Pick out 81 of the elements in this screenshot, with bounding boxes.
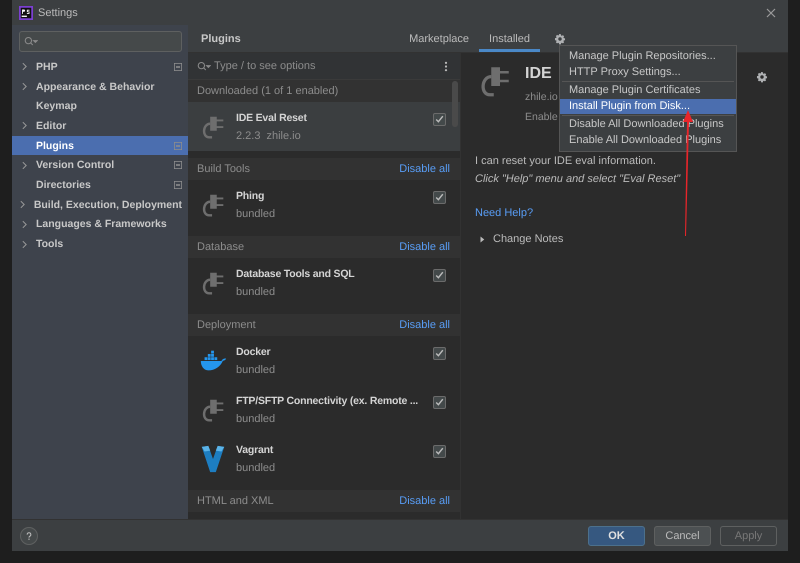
chevron-icon: [20, 200, 26, 210]
chevron-icon: [22, 121, 26, 130]
plugin-title: IDE: [525, 65, 553, 83]
search-input[interactable]: Type / to see options: [214, 58, 441, 74]
sidebar-item[interactable]: Version Control: [12, 155, 188, 176]
chevron-icon: [22, 82, 26, 92]
plugin-vendor: bundled: [236, 208, 276, 220]
question-icon: [24, 530, 34, 540]
plugin-vendor: bundled: [236, 364, 276, 376]
plugin-name: Docker: [236, 346, 272, 358]
group-title: Database: [197, 241, 244, 253]
page-title: Plugins: [201, 32, 241, 44]
more-icon[interactable]: [444, 60, 448, 72]
menu-item[interactable]: Install Plugin from Disk...: [560, 98, 736, 114]
group-title: HTML and XML: [197, 495, 274, 507]
settings-icon[interactable]: [554, 32, 566, 44]
plugin-row[interactable]: IDE Eval Reset 2.2.3 zhile.io: [188, 102, 460, 151]
tab[interactable]: Marketplace: [399, 25, 480, 52]
search-icon: [197, 60, 211, 72]
chevron-icon: [22, 62, 26, 72]
sidebar-item[interactable]: Directories: [12, 175, 188, 195]
plugin-row[interactable]: Database Tools and SQL bundled: [188, 258, 460, 307]
scrollbar[interactable]: [452, 81, 458, 127]
disable-all-link[interactable]: Disable all: [399, 163, 450, 175]
disable-all-link[interactable]: Disable all: [399, 495, 450, 507]
sidebar-item[interactable]: Languages & Frameworks: [12, 214, 188, 234]
chevron-icon: [22, 220, 26, 229]
disable-all-link[interactable]: Disable all: [399, 241, 450, 253]
description-text: I can reset your IDE eval information.: [475, 155, 656, 167]
hint-text: Click "Help" menu and select "Eval Reset": [475, 173, 680, 185]
sidebar-item[interactable]: Build, Execution, Deployment: [12, 194, 188, 214]
sidebar-item[interactable]: Plugins: [12, 136, 188, 156]
search-field[interactable]: [19, 31, 182, 52]
plugin-version: 2.2.3: [236, 130, 260, 142]
plugin-vendor: zhile.io: [266, 130, 301, 142]
plugin-vendor: bundled: [236, 286, 276, 298]
plugin-name: IDE Eval Reset: [236, 112, 308, 124]
plugin-vendor: bundled: [236, 412, 276, 424]
plugin-name: Phing: [236, 190, 266, 202]
settings-icon: [756, 71, 768, 83]
plugin-row[interactable]: FTP/SFTP Connectivity (ex. Remote ... bundled: [188, 385, 460, 434]
plugin-row[interactable]: Docker bundled: [188, 336, 460, 385]
cancel-button[interactable]: Cancel: [654, 526, 711, 546]
close-icon[interactable]: [766, 8, 776, 18]
plugin-vendor: zhile.io: [525, 91, 558, 103]
group-title: Build Tools: [197, 163, 250, 175]
plugin-row[interactable]: Phing bundled: [188, 180, 460, 229]
sidebar-item[interactable]: Keymap: [12, 96, 188, 116]
checkbox[interactable]: [433, 113, 446, 126]
disable-all-link[interactable]: Disable all: [399, 319, 450, 331]
checkbox[interactable]: [433, 347, 446, 360]
window-title: Settings: [38, 6, 78, 18]
sidebar-item[interactable]: PHP: [12, 57, 188, 77]
collapsed-icon: [479, 236, 485, 242]
plugin-name: Vagrant: [236, 444, 274, 456]
checkbox[interactable]: [433, 191, 446, 204]
help-button[interactable]: [20, 526, 38, 544]
plugin-vendor: bundled: [236, 462, 276, 474]
checkbox[interactable]: [433, 396, 446, 409]
plugin-name: FTP/SFTP Connectivity (ex. Remote ...: [236, 394, 420, 406]
menu-item[interactable]: Manage Plugin Repositories...: [560, 49, 736, 64]
menu-item[interactable]: HTTP Proxy Settings...: [560, 64, 736, 80]
sidebar-item[interactable]: Appearance & Behavior: [12, 76, 188, 96]
app-logo-icon: [19, 6, 33, 20]
change-notes-toggle[interactable]: Change Notes: [479, 233, 564, 245]
menu-item[interactable]: Manage Plugin Certificates: [560, 83, 736, 98]
checkbox[interactable]: [433, 445, 446, 458]
search-field[interactable]: Type / to see options: [188, 53, 460, 80]
group-title: Deployment: [197, 319, 256, 331]
sidebar-item[interactable]: Editor: [12, 116, 188, 136]
help-link[interactable]: Need Help?: [475, 207, 534, 219]
plugin-name: Database Tools and SQL: [236, 268, 356, 280]
group-title: Downloaded (1 of 1 enabled): [197, 85, 338, 97]
ok-button[interactable]: OK: [588, 526, 645, 546]
search-icon: [24, 36, 38, 47]
chevron-icon: [22, 160, 26, 170]
plugin-status: Enable: [525, 111, 558, 123]
sidebar-item[interactable]: Tools: [12, 234, 188, 254]
plugin-row[interactable]: Vagrant bundled: [188, 434, 460, 483]
chevron-icon: [22, 240, 26, 249]
checkbox[interactable]: [433, 269, 446, 282]
